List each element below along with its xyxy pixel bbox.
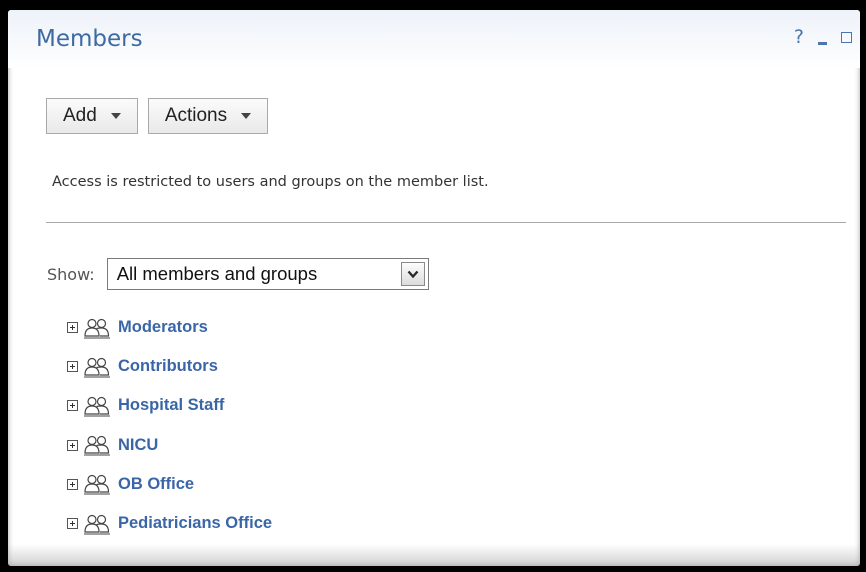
group-link[interactable]: Moderators [118, 318, 208, 337]
chevron-down-icon [110, 113, 121, 119]
help-icon[interactable]: ? [794, 26, 804, 48]
add-button-label: Add [63, 105, 97, 126]
expand-icon[interactable] [67, 361, 78, 373]
panel-title: Members [36, 26, 143, 52]
group-icon [84, 396, 110, 417]
group-link[interactable]: NICU [118, 436, 158, 455]
tree-item-ob-office: OB Office [67, 465, 272, 504]
member-filter-select[interactable]: All members and groups [106, 258, 429, 290]
maximize-icon[interactable] [841, 31, 852, 43]
minimize-icon[interactable] [818, 41, 827, 45]
show-filter-row: Show: All members and groups [47, 258, 429, 290]
group-link[interactable]: Contributors [118, 357, 218, 376]
tree-item-hospital-staff: Hospital Staff [67, 386, 272, 425]
group-icon [84, 436, 110, 456]
dropdown-arrow-button[interactable] [400, 262, 425, 286]
add-button[interactable]: Add [46, 98, 138, 134]
group-icon [84, 318, 110, 339]
panel-titlebar: Members ? [8, 10, 860, 68]
divider [46, 222, 846, 223]
member-filter-value: All members and groups [116, 263, 318, 284]
tree-item-contributors: Contributors [67, 347, 272, 386]
expand-icon[interactable] [67, 478, 78, 490]
chevron-down-icon [407, 270, 419, 279]
window-controls: ? [794, 26, 852, 48]
group-icon [84, 475, 110, 495]
group-icon [84, 514, 110, 535]
group-link[interactable]: Hospital Staff [118, 396, 224, 415]
expand-icon[interactable] [67, 439, 78, 451]
tree-item-moderators: Moderators [67, 308, 272, 347]
expand-icon[interactable] [67, 518, 78, 530]
group-link[interactable]: Pediatricians Office [118, 514, 272, 533]
screenshot-frame: Members ? Add Actions Access is restrict… [0, 0, 866, 572]
tree-item-nicu: NICU [67, 426, 272, 465]
toolbar: Add Actions [46, 98, 269, 134]
actions-button[interactable]: Actions [147, 98, 269, 134]
show-label: Show: [47, 264, 95, 284]
expand-icon[interactable] [67, 322, 78, 334]
group-icon [84, 357, 110, 378]
members-panel: Members ? Add Actions Access is restrict… [8, 10, 860, 566]
group-link[interactable]: OB Office [118, 475, 194, 494]
access-notice: Access is restricted to users and groups… [52, 174, 489, 190]
actions-button-label: Actions [164, 105, 228, 126]
tree-item-pediatricians-office: Pediatricians Office [67, 504, 272, 543]
chevron-down-icon [241, 113, 252, 119]
member-tree: Moderators Contributors Hospital Staff N… [67, 308, 272, 543]
expand-icon[interactable] [67, 400, 78, 412]
